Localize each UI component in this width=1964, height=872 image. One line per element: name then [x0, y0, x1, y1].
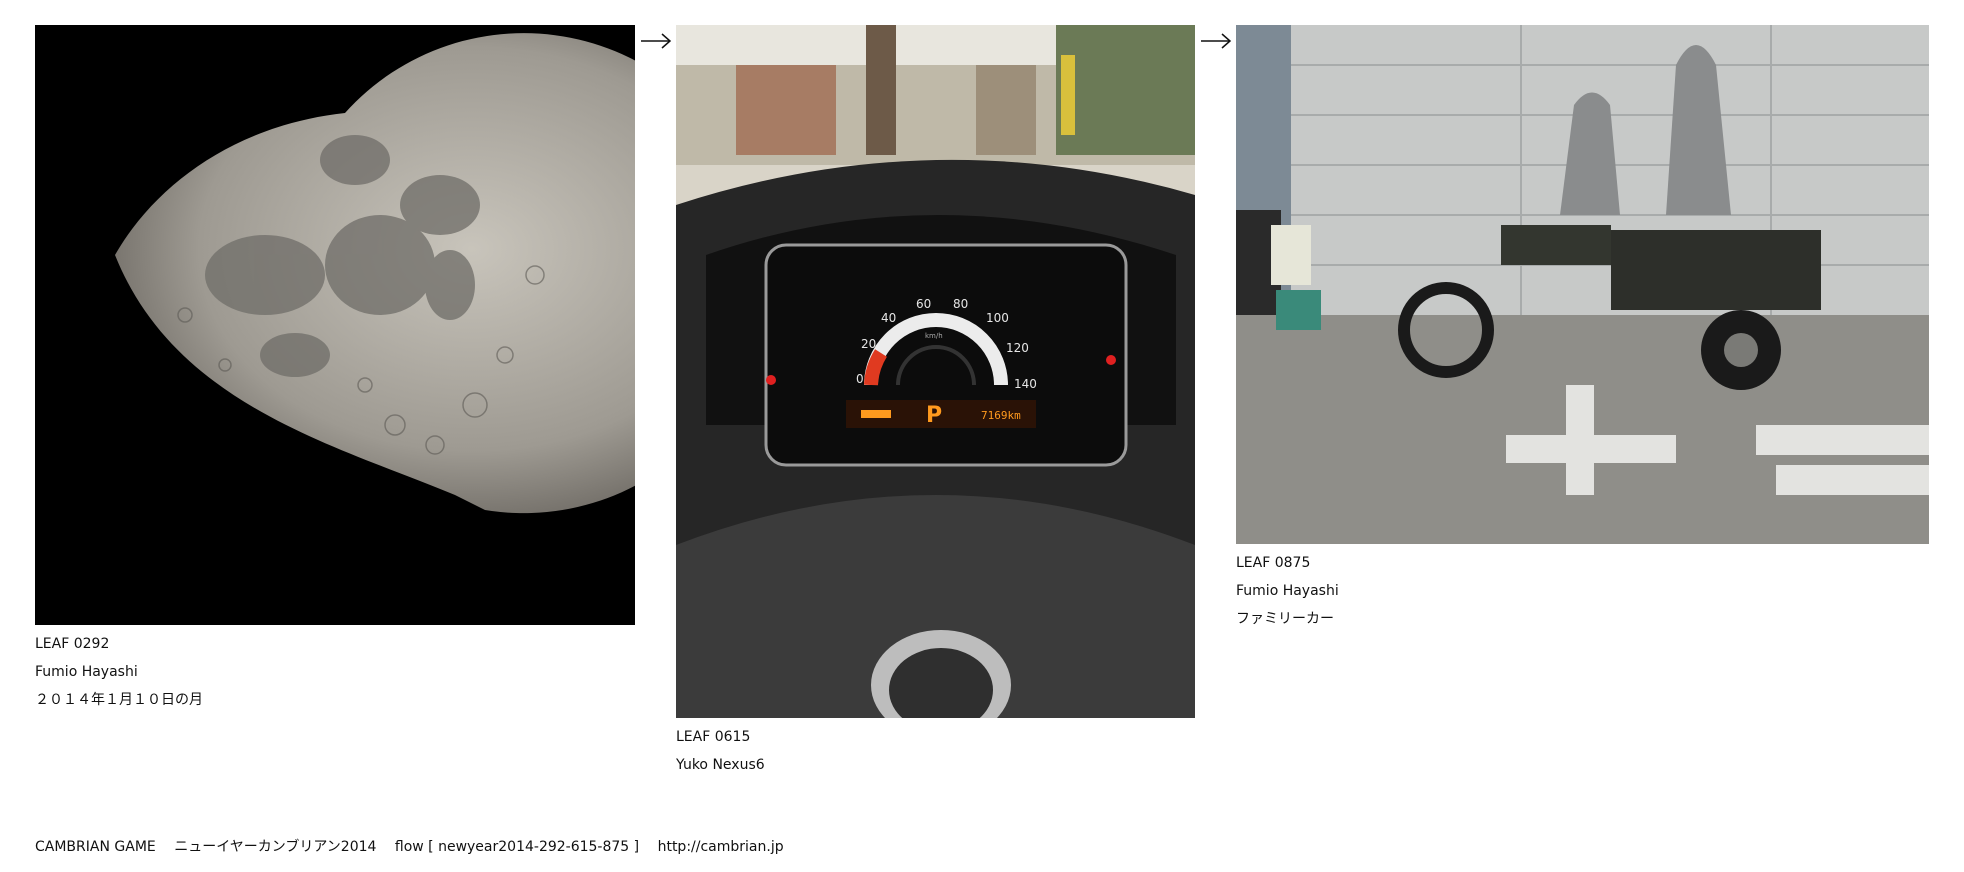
leaf-author: Fumio Hayashi	[1236, 583, 1339, 599]
leaf-id[interactable]: LEAF 0292	[35, 630, 203, 658]
leaf-title: ファミリーカー	[1236, 611, 1334, 627]
svg-text:140: 140	[1014, 377, 1037, 391]
leaf-id[interactable]: LEAF 0875	[1236, 549, 1339, 577]
leaf-0615-caption: LEAF 0615 Yuko Nexus6	[676, 723, 765, 779]
arrow-right-icon	[641, 33, 672, 49]
leaf-id[interactable]: LEAF 0615	[676, 723, 765, 751]
leaf-0292-caption: LEAF 0292 Fumio Hayashi ２０１４年１月１０日の月	[35, 630, 203, 714]
svg-text:100: 100	[986, 311, 1009, 325]
svg-text:20: 20	[861, 337, 876, 351]
three-wheeler-photo-icon	[1236, 25, 1929, 544]
footer-name[interactable]: ニューイヤーカンブリアン2014	[174, 839, 376, 855]
arrow-right-icon	[1201, 33, 1232, 49]
leaf-0615-photo[interactable]: 0 20 40 60 80 100 120 140 km/h P 7169km	[676, 25, 1195, 718]
footer-game[interactable]: CAMBRIAN GAME	[35, 839, 156, 855]
car-dashboard-photo-icon: 0 20 40 60 80 100 120 140 km/h P 7169km	[676, 25, 1195, 718]
leaf-author: Fumio Hayashi	[35, 664, 138, 680]
leaf-0875-photo[interactable]	[1236, 25, 1929, 544]
svg-text:7169km: 7169km	[981, 409, 1021, 422]
footer-flow: flow [ newyear2014-292-615-875 ]	[394, 839, 640, 855]
svg-text:0: 0	[856, 372, 864, 386]
leaf-0292-photo[interactable]	[35, 25, 635, 625]
footer: CAMBRIAN GAME ニューイヤーカンブリアン2014 flow [ ne…	[35, 836, 784, 856]
svg-text:P: P	[926, 403, 942, 428]
leaf-0875-caption: LEAF 0875 Fumio Hayashi ファミリーカー	[1236, 549, 1339, 633]
moon-photo-icon	[115, 33, 635, 514]
svg-text:80: 80	[953, 297, 968, 311]
leaf-title: ２０１４年１月１０日の月	[35, 692, 203, 708]
svg-text:40: 40	[881, 311, 896, 325]
leaf-author: Yuko Nexus6	[676, 757, 765, 773]
svg-text:60: 60	[916, 297, 931, 311]
footer-url-link[interactable]: http://cambrian.jp	[658, 839, 784, 855]
svg-text:km/h: km/h	[925, 332, 943, 340]
svg-text:120: 120	[1006, 341, 1029, 355]
